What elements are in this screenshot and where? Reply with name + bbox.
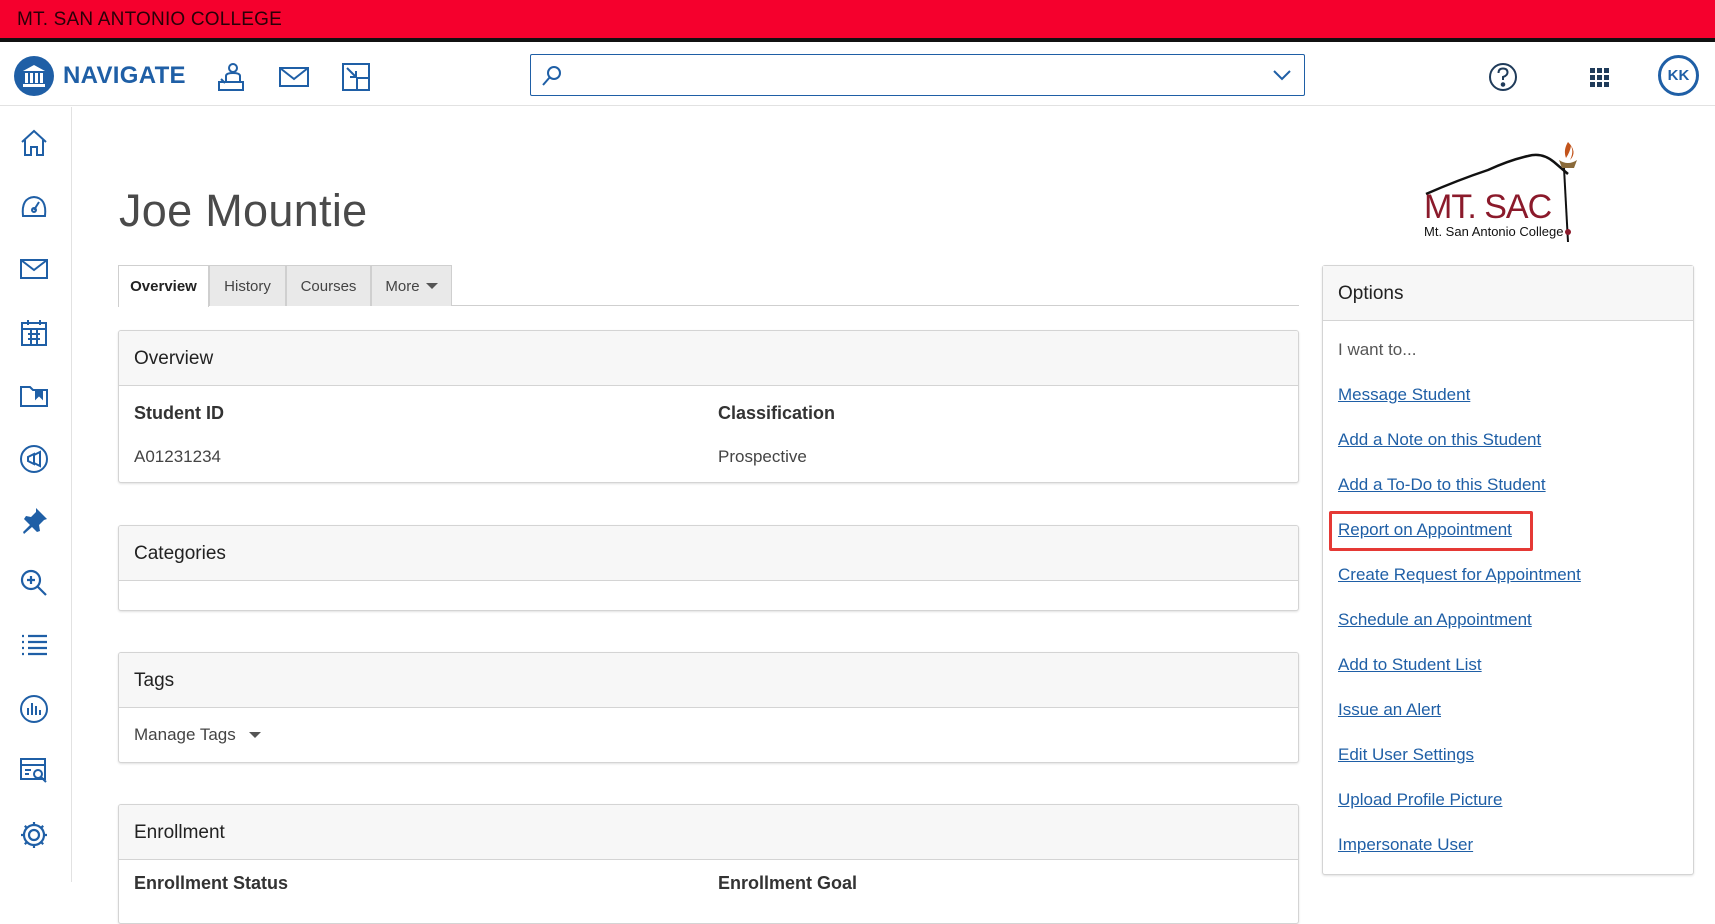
overview-title: Overview — [119, 331, 1298, 386]
enrollment-goal-label: Enrollment Goal — [718, 873, 858, 893]
sidebar-calendar[interactable] — [16, 315, 52, 351]
home-icon — [21, 129, 47, 156]
add-to-student-list-link[interactable]: Add to Student List — [1338, 655, 1482, 675]
issue-alert-link[interactable]: Issue an Alert — [1338, 700, 1441, 720]
reports-icon — [20, 695, 48, 723]
student-tabs: Overview History Courses More — [118, 265, 1299, 307]
messages-icon[interactable] — [277, 60, 311, 94]
user-avatar[interactable]: KK — [1658, 55, 1699, 96]
student-name: Joe Mountie — [119, 185, 368, 236]
sidebar-folders[interactable] — [16, 377, 52, 413]
options-panel: Options I want to... Message Student Add… — [1322, 265, 1694, 875]
calendar-icon — [21, 320, 47, 346]
college-banner-text: MT. SAN ANTONIO COLLEGE — [17, 9, 283, 30]
search-input[interactable] — [571, 59, 1251, 91]
sidebar-dashboard[interactable] — [16, 189, 52, 225]
create-request-appointment-link[interactable]: Create Request for Appointment — [1338, 565, 1581, 585]
tab-history-label: History — [224, 277, 271, 295]
sidebar-lists[interactable] — [16, 627, 52, 663]
tab-overview-label: Overview — [130, 278, 197, 295]
manage-tags-dropdown[interactable]: Manage Tags — [134, 725, 261, 745]
sidebar-analytics[interactable] — [16, 753, 52, 789]
mt-sac-logo-text: MT. SAC — [1424, 188, 1552, 226]
advisor-icon[interactable] — [214, 60, 248, 94]
list-icon — [22, 634, 47, 656]
chevron-down-icon[interactable] — [1272, 67, 1292, 88]
dashboard-icon — [21, 195, 47, 217]
caret-down-icon — [248, 732, 261, 738]
classification-value: Prospective — [718, 447, 807, 466]
tab-more-label: More — [385, 277, 420, 295]
caret-down-icon — [425, 283, 438, 289]
navigate-brand-text: NAVIGATE — [63, 62, 186, 89]
sidebar-settings[interactable] — [16, 817, 52, 853]
apps-grid-icon[interactable] — [1582, 60, 1616, 94]
sidebar-advanced-search[interactable] — [16, 565, 52, 601]
pin-icon — [23, 508, 47, 534]
tab-courses[interactable]: Courses — [286, 265, 371, 306]
tab-history[interactable]: History — [209, 265, 286, 306]
add-todo-link[interactable]: Add a To-Do to this Student — [1338, 475, 1546, 495]
mail-icon — [20, 259, 48, 279]
quick-links-icon[interactable] — [339, 60, 373, 94]
college-banner: MT. SAN ANTONIO COLLEGE — [0, 0, 1715, 42]
left-sidebar — [0, 107, 72, 882]
enrollment-title: Enrollment — [119, 805, 1298, 860]
search-icon — [541, 65, 563, 92]
schedule-appointment-link[interactable]: Schedule an Appointment — [1338, 610, 1532, 630]
sidebar-reports[interactable] — [16, 691, 52, 727]
folder-icon — [20, 386, 48, 407]
edit-user-settings-link[interactable]: Edit User Settings — [1338, 745, 1474, 765]
search-box[interactable] — [530, 54, 1305, 96]
campaign-icon — [20, 445, 48, 473]
help-icon[interactable] — [1486, 60, 1520, 94]
overview-panel: Overview Student ID A01231234 Classifica… — [118, 330, 1299, 483]
enrollment-panel: Enrollment Enrollment Status Enrollment … — [118, 804, 1299, 924]
analytics-icon — [20, 758, 47, 783]
sidebar-messages[interactable] — [16, 251, 52, 287]
mt-sac-logo-subtitle: Mt. San Antonio College — [1424, 224, 1563, 239]
tags-panel: Tags Manage Tags — [118, 652, 1299, 763]
classification-label: Classification — [718, 403, 836, 423]
impersonate-user-link[interactable]: Impersonate User — [1338, 835, 1473, 855]
enrollment-status-label: Enrollment Status — [134, 873, 289, 893]
top-header: NAVIGATE KK — [0, 46, 1715, 106]
navigate-logo-icon — [14, 56, 54, 96]
student-id-value: A01231234 — [134, 447, 221, 466]
upload-profile-picture-link[interactable]: Upload Profile Picture — [1338, 790, 1502, 810]
report-on-appointment-link[interactable]: Report on Appointment — [1338, 520, 1512, 540]
sidebar-pins[interactable] — [16, 503, 52, 539]
sidebar-home[interactable] — [16, 125, 52, 161]
tab-more[interactable]: More — [371, 265, 452, 306]
tab-courses-label: Courses — [300, 277, 357, 295]
options-prompt: I want to... — [1338, 340, 1417, 359]
sidebar-campaigns[interactable] — [16, 441, 52, 477]
mt-sac-logo: MT. SAC Mt. San Antonio College — [1418, 130, 1594, 245]
add-note-link[interactable]: Add a Note on this Student — [1338, 430, 1541, 450]
settings-icon — [21, 822, 47, 848]
manage-tags-label: Manage Tags — [134, 725, 236, 744]
student-id-label: Student ID — [134, 403, 224, 423]
tab-overview[interactable]: Overview — [118, 265, 209, 307]
search-zoom-icon — [20, 569, 47, 596]
message-student-link[interactable]: Message Student — [1338, 385, 1470, 405]
categories-title: Categories — [119, 526, 1298, 581]
options-title: Options — [1323, 266, 1693, 321]
navigate-brand[interactable]: NAVIGATE — [14, 55, 186, 97]
tags-title: Tags — [119, 653, 1298, 708]
categories-panel: Categories — [118, 525, 1299, 611]
